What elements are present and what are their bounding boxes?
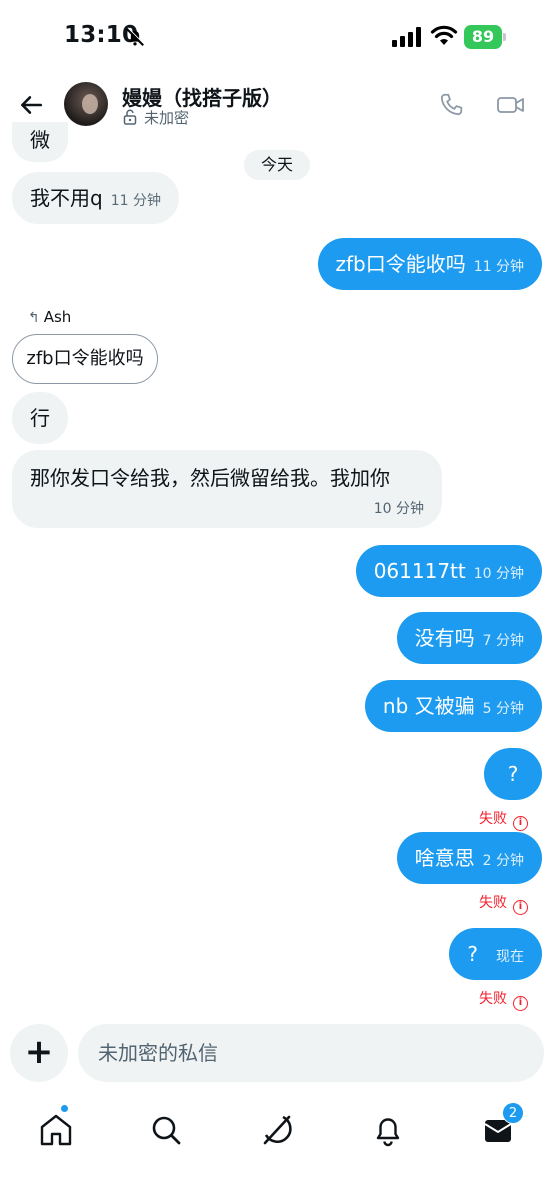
back-arrow-icon[interactable] <box>18 92 44 118</box>
message-sent[interactable]: nb 又被骗 5 分钟 <box>364 680 542 732</box>
message-time: 现在 <box>496 949 524 965</box>
message-text: 061117tt <box>373 559 466 583</box>
bell-muted-icon <box>125 27 145 47</box>
message-time: 11 分钟 <box>110 193 161 209</box>
message-text: 没有吗 <box>414 626 475 650</box>
message-time: 2 分钟 <box>482 853 524 869</box>
message-text: nb 又被骗 <box>382 694 475 718</box>
message-received[interactable]: 我不用q 11 分钟 <box>12 172 179 224</box>
reply-arrow-icon: ↰ <box>28 310 40 326</box>
message-text: 微 <box>30 128 50 152</box>
unlock-icon <box>123 109 137 125</box>
grok-icon[interactable] <box>255 1108 299 1152</box>
message-text: 我不用q <box>30 186 103 210</box>
battery-level: 89 <box>464 25 502 49</box>
encryption-status: 未加密 <box>144 109 190 127</box>
message-sent[interactable]: 啥意思 2 分钟 <box>396 832 542 884</box>
messages-badge: 2 <box>502 1102 524 1124</box>
notifications-bell-icon[interactable] <box>366 1108 410 1152</box>
reply-author: Ash <box>43 308 72 326</box>
error-info-icon: i <box>513 996 528 1011</box>
message-text: 行 <box>30 406 50 430</box>
phone-icon[interactable] <box>438 92 464 118</box>
battery-cap <box>503 33 506 41</box>
error-info-icon: i <box>513 816 528 831</box>
message-sent[interactable]: ? 现在 <box>449 928 542 980</box>
message-text: 啥意思 <box>414 846 475 870</box>
reply-indicator: ↰ Ash <box>28 308 71 326</box>
message-sent[interactable]: 061117tt 10 分钟 <box>355 545 542 597</box>
conversation-header: 嫚嫚（找搭子版） 未加密 <box>0 72 554 132</box>
message-time: 7 分钟 <box>482 633 524 649</box>
signal-icon <box>392 27 421 47</box>
send-failed-status[interactable]: 失败 i <box>479 892 528 915</box>
message-time: 10 分钟 <box>473 566 524 582</box>
message-time: 10 分钟 <box>373 501 424 517</box>
add-media-button[interactable]: + <box>10 1024 68 1082</box>
avatar[interactable] <box>64 82 108 126</box>
date-divider: 今天 <box>244 150 310 180</box>
message-text: 那你发口令给我，然后微留给我。我加你 <box>30 466 390 490</box>
bottom-navigation <box>0 1100 554 1200</box>
send-failed-status[interactable]: 失败 i <box>479 988 528 1011</box>
message-received[interactable]: 微 <box>12 122 68 162</box>
message-text: zfb口令能收吗 <box>335 252 466 276</box>
home-icon[interactable] <box>34 1108 78 1152</box>
search-icon[interactable] <box>144 1108 188 1152</box>
plus-icon: + <box>24 1032 54 1072</box>
message-sent[interactable]: zfb口令能收吗 11 分钟 <box>317 238 542 290</box>
battery-indicator: 89 <box>464 25 506 49</box>
message-text: ? <box>467 942 478 966</box>
message-received[interactable]: 行 <box>12 392 68 444</box>
video-camera-icon[interactable] <box>496 92 526 118</box>
message-input[interactable] <box>78 1024 544 1082</box>
quoted-message[interactable]: zfb口令能收吗 <box>12 334 158 384</box>
status-bar: 13:10 89 <box>0 0 554 72</box>
message-sent[interactable]: 没有吗 7 分钟 <box>396 612 542 664</box>
message-sent[interactable]: ? <box>484 748 542 800</box>
wifi-icon <box>430 25 458 45</box>
home-new-dot <box>60 1104 69 1113</box>
message-text: ? <box>507 762 519 786</box>
error-info-icon: i <box>513 900 528 915</box>
message-time: 11 分钟 <box>473 259 524 275</box>
send-failed-status[interactable]: 失败 i <box>479 808 528 831</box>
message-time: 5 分钟 <box>482 701 524 717</box>
message-received[interactable]: 那你发口令给我，然后微留给我。我加你 10 分钟 <box>12 450 442 528</box>
